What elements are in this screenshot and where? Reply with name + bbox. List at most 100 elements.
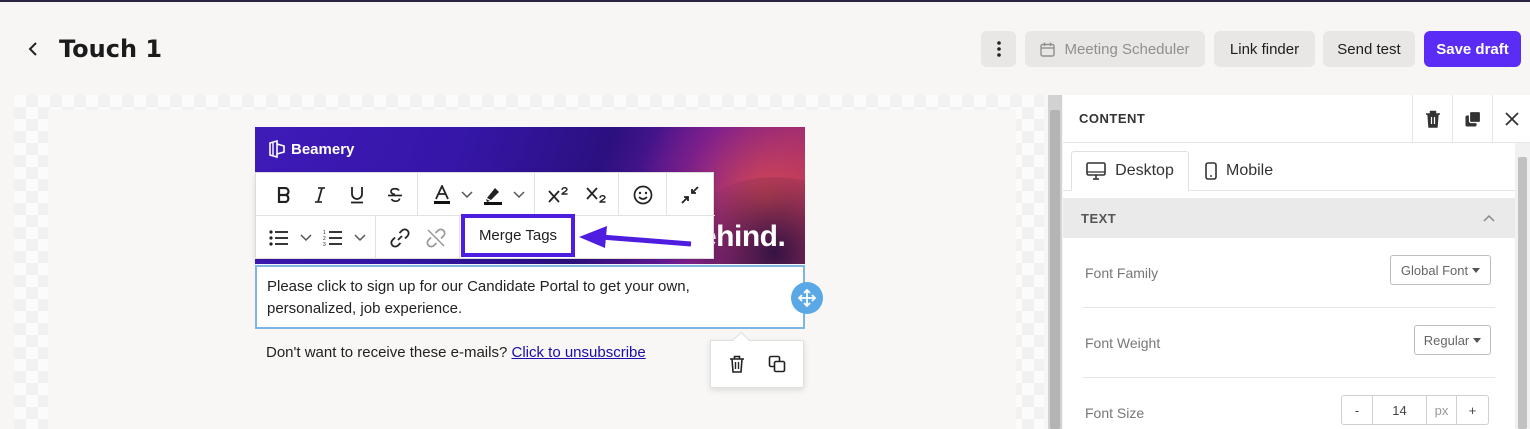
caret-down-icon [1473, 337, 1482, 343]
calendar-icon [1040, 42, 1056, 57]
vertical-dots-icon [996, 41, 1001, 57]
unlink-icon [426, 228, 446, 247]
unsubscribe-prefix: Don't want to receive these e-mails? [266, 344, 508, 361]
collapse-toolbar-button[interactable] [670, 173, 710, 216]
emoji-button[interactable] [623, 173, 663, 216]
superscript-button[interactable] [539, 173, 577, 216]
font-weight-select[interactable]: Regular [1414, 325, 1491, 355]
save-draft-button[interactable]: Save draft [1424, 31, 1521, 67]
beamery-logo-icon [269, 140, 285, 158]
page-title: Touch 1 [59, 35, 163, 63]
font-size-input[interactable]: 14 [1373, 396, 1427, 424]
meeting-scheduler-label: Meeting Scheduler [1064, 40, 1190, 58]
font-family-select[interactable]: Global Font [1390, 255, 1491, 285]
bullet-list-icon [269, 229, 288, 246]
font-size-increment[interactable]: + [1457, 396, 1488, 424]
duplicate-block-button[interactable] [762, 349, 792, 379]
link-finder-button[interactable]: Link finder [1214, 31, 1315, 67]
font-color-icon [434, 184, 450, 204]
email-text-block[interactable]: Please click to sign up for our Candidat… [255, 265, 805, 329]
more-options-button[interactable] [981, 31, 1016, 67]
tab-desktop-label: Desktop [1115, 162, 1174, 179]
tab-mobile[interactable]: Mobile [1205, 151, 1273, 191]
bold-icon [277, 186, 290, 203]
compress-arrows-icon [681, 185, 699, 204]
text-section-header[interactable]: TEXT [1063, 198, 1515, 238]
panel-scrollbar-thumb[interactable] [1518, 157, 1527, 429]
numbered-list-dropdown[interactable] [348, 216, 372, 259]
underline-icon [351, 186, 363, 203]
tab-desktop[interactable]: Desktop [1071, 151, 1189, 191]
merge-tags-button[interactable]: Merge Tags [461, 214, 575, 257]
chevron-down-icon [461, 190, 473, 198]
body-text-line-2: personalized, job experience. [267, 300, 463, 317]
content-settings-panel: CONTENT Desktop Mobile TEXT Font Family … [1063, 95, 1530, 429]
trash-icon [1425, 110, 1440, 128]
highlighter-icon [484, 187, 502, 205]
highlight-color-dropdown[interactable] [508, 173, 530, 216]
monitor-icon [1086, 162, 1106, 180]
canvas-scrollbar-thumb[interactable] [1050, 110, 1060, 429]
font-size-stepper: - 14 px + [1341, 395, 1489, 425]
panel-duplicate-button[interactable] [1452, 95, 1492, 143]
unsubscribe-link[interactable]: Click to unsubscribe [511, 344, 645, 361]
panel-scrollbar[interactable] [1515, 143, 1530, 429]
panel-delete-button[interactable] [1412, 95, 1452, 143]
panel-title: CONTENT [1079, 111, 1146, 126]
bullet-list-button[interactable] [264, 216, 294, 259]
back-button[interactable] [22, 38, 44, 60]
body-text-line-1: Please click to sign up for our Candidat… [267, 278, 690, 295]
chevron-down-icon [300, 233, 312, 241]
italic-icon [315, 186, 325, 203]
font-size-label: Font Size [1085, 405, 1145, 421]
chevron-left-icon [28, 42, 37, 56]
subscript-icon [586, 186, 606, 203]
font-weight-row: Font Weight Regular [1083, 308, 1495, 378]
strikethrough-icon [388, 187, 402, 202]
font-color-dropdown[interactable] [456, 173, 478, 216]
annotation-arrow [579, 226, 692, 248]
logo-text: Beamery [291, 140, 355, 158]
section-title: TEXT [1081, 210, 1117, 226]
font-family-label: Font Family [1085, 265, 1159, 281]
beamery-logo: Beamery [268, 140, 354, 158]
numbered-list-icon: 123 [323, 230, 342, 247]
font-weight-label: Font Weight [1085, 335, 1161, 351]
numbered-list-button[interactable]: 123 [318, 216, 348, 259]
link-icon [390, 227, 410, 248]
panel-close-button[interactable] [1492, 95, 1530, 143]
bullet-list-dropdown[interactable] [294, 216, 318, 259]
font-family-value: Global Font [1400, 262, 1469, 278]
panel-header: CONTENT [1063, 95, 1530, 143]
unsubscribe-line: Don't want to receive these e-mails? Cli… [266, 344, 646, 361]
chevron-up-icon [1483, 214, 1495, 222]
insert-link-button[interactable] [382, 216, 418, 259]
font-color-button[interactable] [428, 173, 456, 216]
font-size-unit: px [1427, 396, 1457, 424]
font-size-decrement[interactable]: - [1342, 396, 1373, 424]
meeting-scheduler-button[interactable]: Meeting Scheduler [1025, 31, 1205, 67]
bold-button[interactable] [266, 173, 302, 216]
editor-header: Touch 1 Meeting Scheduler Link finder Se… [0, 2, 1530, 92]
caret-down-icon [1472, 267, 1481, 273]
italic-button[interactable] [302, 173, 338, 216]
subscript-button[interactable] [577, 173, 615, 216]
chevron-down-icon [354, 233, 366, 241]
strikethrough-button[interactable] [376, 173, 414, 216]
duplicate-icon [768, 355, 786, 373]
highlight-color-button[interactable] [478, 173, 508, 216]
svg-text:3: 3 [323, 242, 326, 247]
move-block-handle[interactable] [791, 282, 823, 314]
font-weight-value: Regular [1423, 332, 1470, 348]
toolbar-row-formatting [256, 173, 715, 216]
delete-block-button[interactable] [722, 349, 752, 379]
duplicate-icon [1465, 110, 1481, 127]
close-icon [1504, 112, 1519, 126]
tab-mobile-label: Mobile [1226, 162, 1274, 179]
font-family-row: Font Family Global Font [1083, 238, 1495, 308]
remove-link-button[interactable] [418, 216, 454, 259]
device-tabs: Desktop Mobile [1063, 143, 1515, 191]
send-test-button[interactable]: Send test [1323, 31, 1415, 67]
underline-button[interactable] [338, 173, 376, 216]
chevron-down-icon [513, 190, 525, 198]
